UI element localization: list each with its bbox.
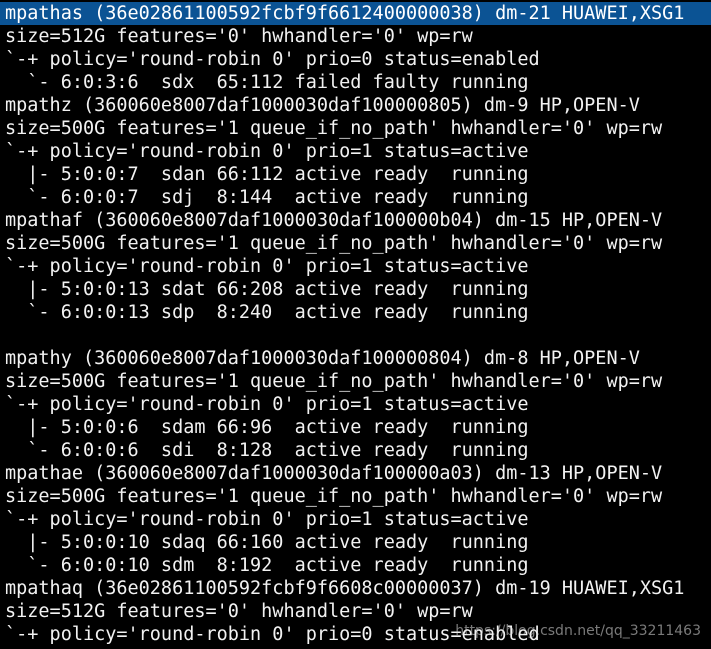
terminal-line-selected[interactable]: mpathas (36e02861100592fcbf9f66124000000… (0, 2, 711, 25)
terminal-line: size=512G features='0' hwhandler='0' wp=… (5, 26, 473, 47)
terminal-line: `-+ policy='round-robin 0' prio=1 status… (5, 394, 529, 415)
terminal-line: `-+ policy='round-robin 0' prio=0 status… (5, 49, 540, 70)
terminal-line: `- 6:0:0:10 sdm 8:192 active ready runni… (5, 555, 529, 576)
terminal-line: |- 5:0:0:6 sdam 66:96 active ready runni… (5, 417, 529, 438)
terminal-line: size=500G features='1 queue_if_no_path' … (5, 233, 663, 254)
terminal-line: `-+ policy='round-robin 0' prio=1 status… (5, 141, 529, 162)
terminal-line: mpathy (360060e8007daf1000030daf10000080… (5, 348, 640, 369)
terminal-line: mpathaf (360060e8007daf1000030daf100000b… (5, 210, 663, 231)
terminal-line: |- 5:0:0:7 sdan 66:112 active ready runn… (5, 164, 529, 185)
terminal-window[interactable]: mpathas (36e02861100592fcbf9f66124000000… (0, 0, 711, 649)
terminal-line: size=500G features='1 queue_if_no_path' … (5, 486, 663, 507)
terminal-line: size=512G features='0' hwhandler='0' wp=… (5, 601, 473, 622)
terminal-line: `-+ policy='round-robin 0' prio=1 status… (5, 256, 529, 277)
terminal-line: size=500G features='1 queue_if_no_path' … (5, 371, 663, 392)
terminal-line: `-+ policy='round-robin 0' prio=1 status… (5, 509, 529, 530)
terminal-line: mpathz (360060e8007daf1000030daf10000080… (5, 95, 640, 116)
terminal-line: size=500G features='1 queue_if_no_path' … (5, 118, 663, 139)
watermark-text: https://blog.csdn.net/qq_33211463 (455, 623, 701, 639)
terminal-line: `- 6:0:0:13 sdp 8:240 active ready runni… (5, 302, 529, 323)
terminal-line: mpathaq (36e02861100592fcbf9f6608c000000… (5, 578, 685, 599)
terminal-line: `- 6:0:0:7 sdj 8:144 active ready runnin… (5, 187, 529, 208)
terminal-line: `- 6:0:0:6 sdi 8:128 active ready runnin… (5, 440, 529, 461)
terminal-line: |- 5:0:0:10 sdaq 66:160 active ready run… (5, 532, 529, 553)
terminal-line: mpathae (360060e8007daf1000030daf100000a… (5, 463, 663, 484)
terminal-line: `- 6:0:3:6 sdx 65:112 failed faulty runn… (5, 72, 529, 93)
terminal-line: |- 5:0:0:13 sdat 66:208 active ready run… (5, 279, 529, 300)
